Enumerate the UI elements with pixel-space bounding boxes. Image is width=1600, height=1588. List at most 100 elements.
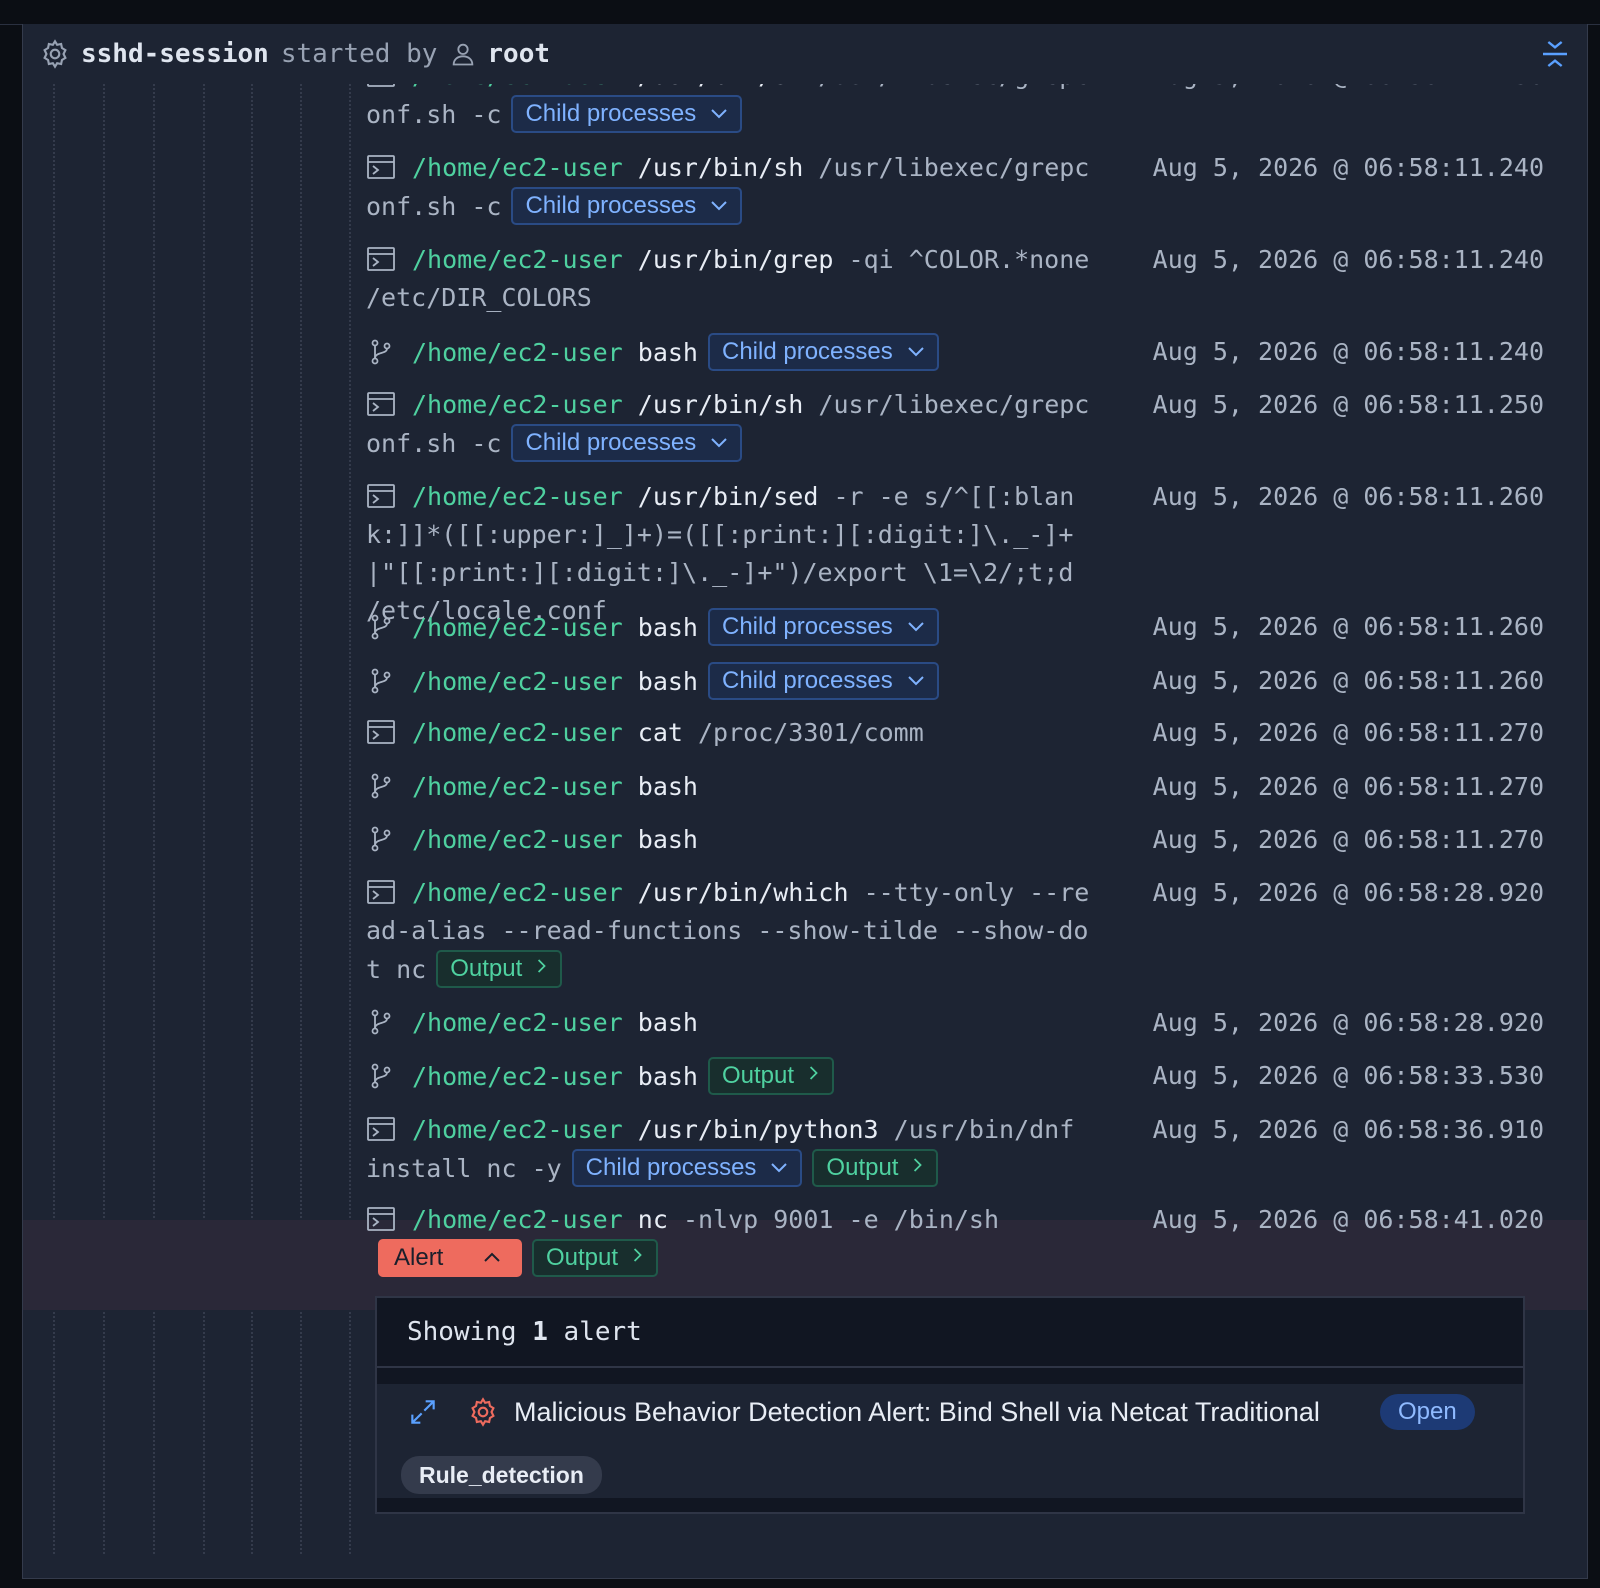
branch-icon: [366, 667, 412, 696]
executable: bash: [637, 825, 698, 854]
process-command: /home/ec2-user bash Child processes: [366, 662, 1101, 701]
process-row[interactable]: /home/ec2-user bash Aug 5, 2026 @ 06:58:1…: [366, 768, 1586, 806]
working-directory: /home/ec2-user: [412, 667, 623, 696]
working-directory: /home/ec2-user: [412, 245, 623, 274]
output-button[interactable]: Output: [708, 1057, 835, 1095]
working-directory: /home/ec2-user: [412, 338, 623, 367]
child-processes-button[interactable]: Child processes: [571, 1149, 803, 1187]
arguments: /proc/3301/comm: [698, 718, 924, 747]
timestamp: Aug 5, 2026 @ 06:58:28.920: [1152, 1008, 1544, 1037]
process-row[interactable]: /home/ec2-user /usr/bin/sh /usr/libexec/…: [366, 386, 1586, 463]
process-command: /home/ec2-user /usr/bin/python3 /usr/bin…: [366, 1111, 1101, 1188]
alerts-count-header: Showing 1 alert: [377, 1298, 1523, 1368]
timestamp: Aug 5, 2026 @ 06:58:11.270: [1152, 718, 1544, 747]
executable: /usr/bin/python3: [637, 1115, 879, 1144]
session-header: sshd-session started by root: [23, 24, 1587, 84]
terminal-icon: [366, 245, 412, 274]
branch-icon: [366, 772, 412, 801]
working-directory: /home/ec2-user: [412, 772, 623, 801]
process-row[interactable]: /home/ec2-user /usr/bin/sh /usr/libexec/…: [366, 149, 1586, 226]
timestamp: Aug 5, 2026 @ 06:58:11.240: [1152, 153, 1544, 182]
tree-guide-line: [203, 84, 205, 1554]
working-directory: /home/ec2-user: [412, 482, 623, 511]
user-name: root: [487, 39, 551, 69]
terminal-icon: [366, 482, 412, 511]
process-row[interactable]: /home/ec2-user cat /proc/3301/comm Aug 5,…: [366, 714, 1586, 752]
child-processes-button[interactable]: Child processes: [708, 662, 939, 700]
process-row[interactable]: /home/ec2-user bash Child processes Aug 5,…: [366, 333, 1586, 372]
working-directory: /home/ec2-user: [412, 718, 623, 747]
chevron-down-icon: [696, 429, 728, 456]
output-button[interactable]: Output: [532, 1239, 659, 1277]
branch-icon: [366, 1062, 412, 1091]
timestamp: Aug 5, 2026 @ 06:58:11.270: [1152, 825, 1544, 854]
process-command: /home/ec2-user nc -nlvp 9001 -e /bin/sh A…: [366, 1201, 1101, 1278]
showing-label: Showing: [407, 1317, 517, 1347]
process-row[interactable]: /home/ec2-user /usr/bin/python3 /usr/bin…: [366, 1111, 1586, 1188]
gear-icon: [471, 1397, 495, 1427]
process-command: /home/ec2-user bash: [366, 768, 1101, 806]
branch-icon: [366, 338, 412, 367]
timestamp: Aug 5, 2026 @ 06:58:28.920: [1152, 878, 1544, 907]
process-command: /home/ec2-user bash: [366, 1004, 1101, 1042]
tree-guide-line: [251, 84, 253, 1554]
output-button-label: Output: [450, 955, 523, 982]
collapse-icon[interactable]: [1539, 38, 1571, 70]
chevron-right-icon: [898, 1154, 924, 1181]
alert-tag: Rule_detection: [401, 1456, 602, 1494]
expand-icon[interactable]: [407, 1396, 439, 1428]
executable: bash: [637, 1062, 698, 1091]
chevron-down-icon: [893, 613, 925, 640]
working-directory: /home/ec2-user: [412, 825, 623, 854]
output-button-label: Output: [826, 1154, 899, 1181]
process-row[interactable]: /home/ec2-user bash Output Aug 5, 2026 @ 0…: [366, 1057, 1586, 1096]
executable: /usr/bin/grep: [637, 245, 834, 274]
alert-title[interactable]: Malicious Behavior Detection Alert: Bind…: [514, 1392, 1320, 1432]
process-row[interactable]: /home/ec2-user bash Child processes Aug 5,…: [366, 608, 1586, 647]
process-row[interactable]: /home/ec2-user bash Aug 5, 2026 @ 06:58:2…: [366, 1004, 1586, 1042]
timestamp: Aug 5, 2026 @ 06:58:11.270: [1152, 772, 1544, 801]
executable: bash: [637, 338, 698, 367]
process-name: sshd-session: [81, 39, 269, 69]
process-row[interactable]: /home/ec2-user /usr/bin/which --tty-only…: [366, 874, 1586, 989]
process-command: /home/ec2-user /usr/bin/which --tty-only…: [366, 874, 1101, 989]
terminal-icon: [366, 153, 412, 182]
process-command: /home/ec2-user /usr/bin/sh /usr/libexec/…: [366, 386, 1101, 463]
executable: /usr/bin/which: [637, 878, 849, 907]
terminal-icon: [366, 718, 412, 747]
executable: /usr/bin/sed: [637, 482, 819, 511]
tree-guide-line: [300, 84, 302, 1554]
process-row[interactable]: /home/ec2-user bash Child processes Aug 5,…: [366, 662, 1586, 701]
working-directory: /home/ec2-user: [412, 613, 623, 642]
process-row[interactable]: /home/ec2-user nc -nlvp 9001 -e /bin/sh A…: [366, 1201, 1586, 1278]
child-processes-button[interactable]: Child processes: [511, 187, 743, 225]
alert-label: alert: [563, 1317, 642, 1347]
alert-button[interactable]: Alert: [378, 1239, 522, 1277]
child-processes-button[interactable]: Child processes: [708, 333, 939, 371]
terminal-icon: [366, 1205, 412, 1234]
branch-icon: [366, 613, 412, 642]
chevron-down-icon: [696, 192, 728, 219]
child-processes-button[interactable]: Child processes: [511, 95, 743, 133]
output-button[interactable]: Output: [436, 950, 563, 988]
child-processes-button-label: Child processes: [525, 192, 697, 219]
chevron-down-icon: [756, 1154, 788, 1181]
child-processes-button-label: Child processes: [722, 338, 893, 365]
terminal-icon: [366, 390, 412, 419]
tree-guide-line: [103, 84, 105, 1554]
timestamp: Aug 5, 2026 @ 06:58:11.260: [1152, 612, 1544, 641]
process-row[interactable]: /home/ec2-user /usr/bin/grep -qi ^COLOR.…: [366, 241, 1586, 317]
process-command: /home/ec2-user /usr/bin/grep -qi ^COLOR.…: [366, 241, 1101, 317]
child-processes-button-label: Child processes: [525, 429, 697, 456]
top-bar: [0, 0, 1600, 25]
timestamp: Aug 5, 2026 @ 06:58:11.240: [1152, 245, 1544, 274]
alert-item[interactable]: Malicious Behavior Detection Alert: Bind…: [377, 1384, 1523, 1498]
output-button[interactable]: Output: [812, 1149, 939, 1187]
process-row[interactable]: /home/ec2-user bash Aug 5, 2026 @ 06:58:1…: [366, 821, 1586, 859]
child-processes-button[interactable]: Child processes: [708, 608, 939, 646]
branch-icon: [366, 1008, 412, 1037]
process-command: /home/ec2-user bash: [366, 821, 1101, 859]
child-processes-button[interactable]: Child processes: [511, 424, 743, 462]
gear-icon: [43, 39, 67, 69]
process-command: /home/ec2-user bash Child processes: [366, 608, 1101, 647]
